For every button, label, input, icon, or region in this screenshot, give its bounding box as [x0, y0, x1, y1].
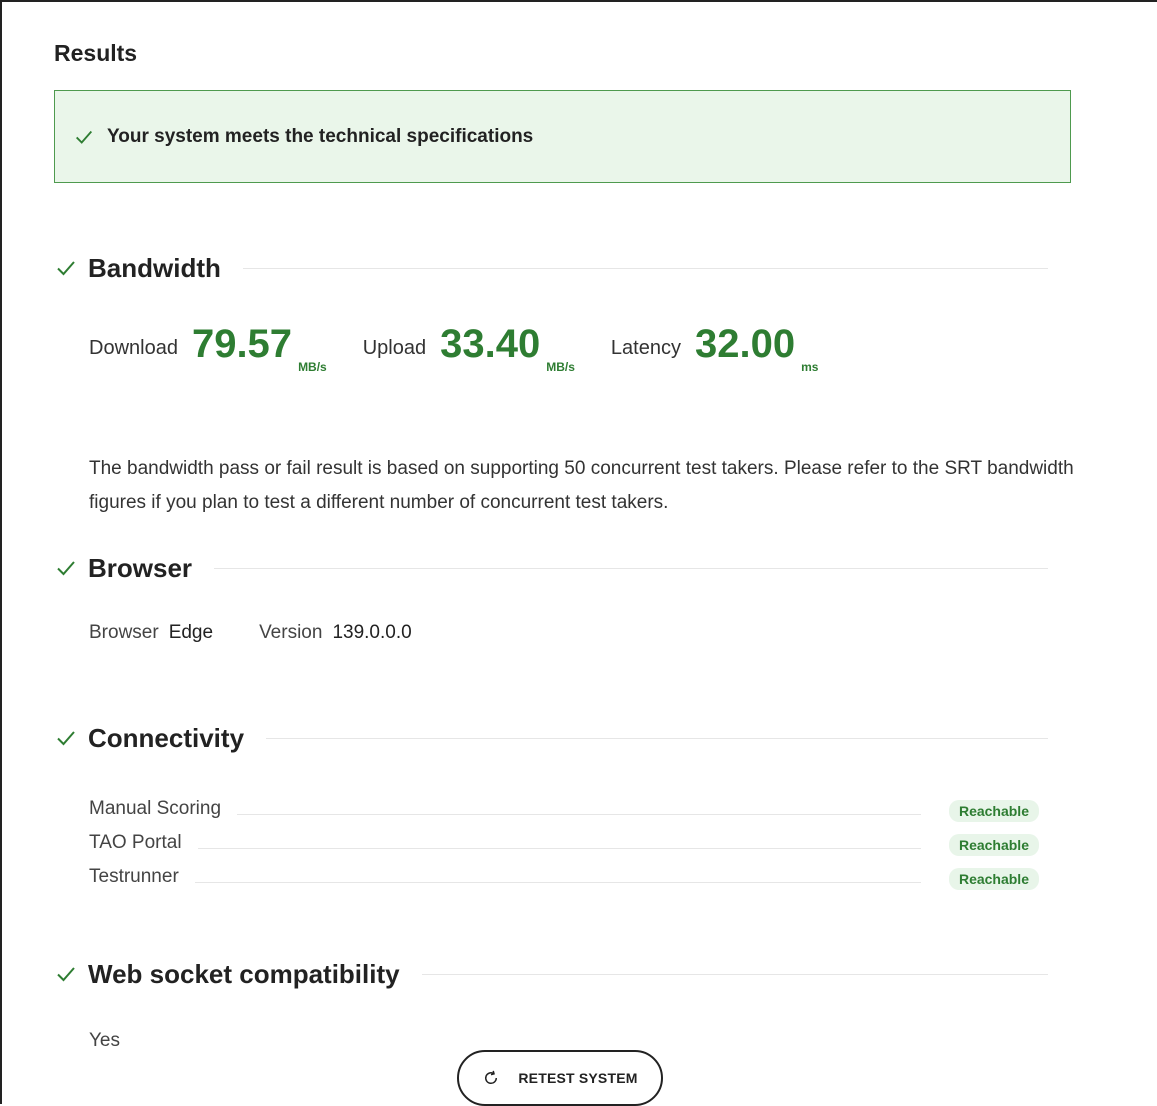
- leader-line: [197, 847, 921, 849]
- check-icon: [76, 130, 93, 144]
- divider: [421, 973, 1048, 975]
- check-icon: [57, 731, 75, 746]
- service-name: Testrunner: [89, 866, 179, 887]
- upload-metric: Upload 33.40 MB/s: [362, 322, 575, 374]
- version-label: Version: [259, 622, 323, 643]
- check-icon: [57, 561, 75, 576]
- metric-label: Latency: [610, 337, 681, 359]
- check-icon: [57, 967, 75, 982]
- bandwidth-metrics: Download 79.57 MB/s Upload 33.40 MB/s La…: [89, 322, 854, 374]
- metric-label: Download: [89, 337, 178, 359]
- divider: [266, 737, 1048, 739]
- websocket-value: Yes: [89, 1030, 120, 1051]
- websocket-section-header: Web socket compatibility: [54, 954, 1048, 994]
- service-name: Manual Scoring: [89, 798, 222, 819]
- metric-label: Upload: [362, 337, 427, 359]
- service-name: TAO Portal: [89, 832, 182, 853]
- retest-system-button[interactable]: RETEST SYSTEM: [457, 1050, 663, 1106]
- latency-metric: Latency 32.00 ms: [610, 322, 819, 374]
- leader-line: [237, 813, 921, 815]
- metric-value: 32.00: [694, 322, 796, 366]
- retest-button-label: RETEST SYSTEM: [518, 1070, 638, 1086]
- check-icon: [57, 261, 75, 276]
- list-item: Manual Scoring Reachable: [89, 792, 1039, 826]
- section-title: Web socket compatibility: [88, 958, 400, 989]
- connectivity-list: Manual Scoring Reachable TAO Portal Reac…: [89, 792, 1039, 894]
- banner-message: Your system meets the technical specific…: [107, 125, 534, 147]
- download-metric: Download 79.57 MB/s: [89, 322, 327, 374]
- status-badge: Reachable: [948, 868, 1039, 890]
- metric-unit: ms: [801, 360, 819, 374]
- status-badge: Reachable: [948, 800, 1039, 822]
- section-title: Bandwidth: [88, 252, 221, 283]
- status-badge: Reachable: [948, 834, 1039, 856]
- list-item: Testrunner Reachable: [89, 860, 1039, 894]
- list-item: TAO Portal Reachable: [89, 826, 1039, 860]
- browser-label: Browser: [89, 622, 159, 643]
- bandwidth-note: The bandwidth pass or fail result is bas…: [89, 458, 1074, 513]
- metric-value: 33.40: [440, 322, 541, 366]
- version-value: 139.0.0.0: [332, 622, 412, 643]
- divider: [242, 267, 1048, 269]
- metric-unit: MB/s: [546, 360, 575, 374]
- refresh-icon: [485, 1070, 498, 1084]
- connectivity-section-header: Connectivity: [54, 718, 1048, 758]
- success-banner: Your system meets the technical specific…: [54, 90, 1071, 183]
- section-title: Connectivity: [88, 722, 245, 753]
- metric-value: 79.57: [191, 322, 293, 366]
- leader-line: [194, 881, 921, 883]
- bandwidth-section-header: Bandwidth: [54, 248, 1048, 288]
- browser-section-header: Browser: [54, 548, 1048, 588]
- browser-info: Browser Edge Version 139.0.0.0: [89, 622, 458, 644]
- metric-unit: MB/s: [298, 360, 327, 374]
- divider: [214, 567, 1048, 569]
- page-title: Results: [54, 40, 138, 66]
- browser-value: Edge: [168, 622, 214, 643]
- section-title: Browser: [88, 552, 193, 583]
